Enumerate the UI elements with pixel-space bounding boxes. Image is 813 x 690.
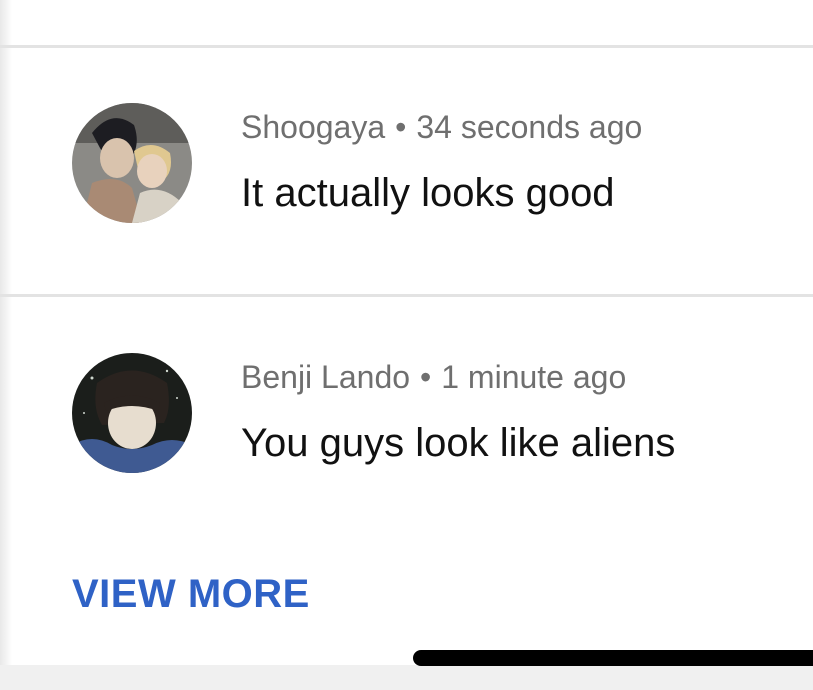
comment-meta: Shoogaya • 34 seconds ago bbox=[241, 109, 642, 146]
user-photo-avatar-icon[interactable] bbox=[72, 353, 192, 473]
comment-time: 34 seconds ago bbox=[416, 109, 643, 145]
comment-item[interactable]: Shoogaya • 34 seconds ago It actually look… bbox=[0, 103, 813, 223]
meta-separator: • bbox=[395, 109, 407, 145]
anime-couple-avatar-icon[interactable] bbox=[72, 103, 192, 223]
comments-screen: Shoogaya • 34 seconds ago It actually look… bbox=[0, 0, 813, 690]
comment-item[interactable]: Benji Lando • 1 minute ago You guys look l… bbox=[0, 353, 813, 473]
comment-meta: Benji Lando • 1 minute ago bbox=[241, 359, 626, 396]
comment-text: It actually looks good bbox=[241, 171, 615, 215]
view-more-button[interactable]: VIEW MORE bbox=[72, 572, 310, 617]
comment-author[interactable]: Shoogaya bbox=[241, 109, 385, 145]
comment-author[interactable]: Benji Lando bbox=[241, 359, 410, 395]
home-indicator[interactable] bbox=[413, 650, 813, 666]
bottom-bar bbox=[0, 665, 813, 690]
left-edge-shadow bbox=[0, 0, 12, 665]
comment-time: 1 minute ago bbox=[441, 359, 627, 395]
meta-separator: • bbox=[420, 359, 432, 395]
comment-text: You guys look like aliens bbox=[241, 421, 676, 465]
divider-top bbox=[0, 45, 813, 48]
divider-middle bbox=[0, 294, 813, 297]
